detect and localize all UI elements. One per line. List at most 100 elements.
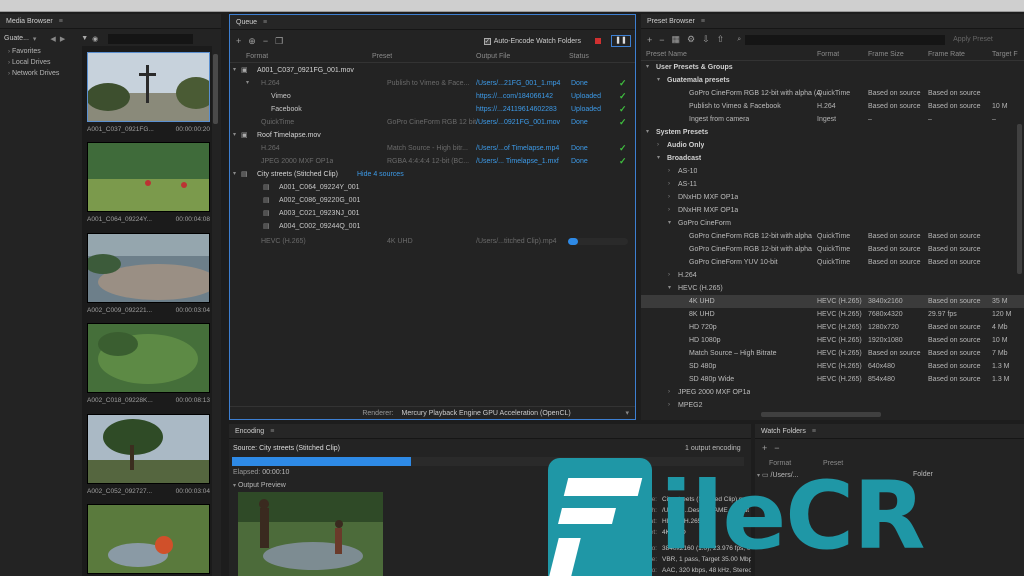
preset-row[interactable]: SD 480p Wide HEVC (H.265) 854x480 Based on … [641,373,1024,386]
preset-row[interactable]: ▾ Guatemala presets [641,74,1024,87]
preset-row[interactable]: ▾ HEVC (H.265) [641,282,1024,295]
remove-preset-icon[interactable]: − [659,35,664,45]
clip-thumbnail[interactable] [87,323,210,393]
preset-row[interactable]: ▾ User Presets & Groups [641,61,1024,74]
preset-row[interactable]: › MPEG2 [641,399,1024,411]
preset-row[interactable]: › DNxHR MXF OP1a [641,204,1024,217]
remove-folder-icon[interactable]: − [774,443,779,453]
queue-output-row[interactable]: JPEG 2000 MXF OP1a RGBA 4:4:4:4 12-bit (… [230,155,635,168]
duplicate-icon[interactable]: ❐ [275,36,283,47]
panel-menu-icon[interactable]: ≡ [701,18,705,25]
chevron-right-icon[interactable]: › [668,386,670,399]
preset-row[interactable]: Ingest from camera Ingest – – – [641,113,1024,126]
queue-output-row[interactable]: HEVC (H.265) 4K UHD /Users/...titched Cl… [230,235,635,248]
chevron-down-icon[interactable]: ▾ [657,74,660,87]
source-clip-row[interactable]: ▤ A004_C002_09244Q_001 [230,220,635,233]
add-source-icon[interactable]: + [236,36,241,46]
preset-row[interactable]: HD 1080p HEVC (H.265) 1920x1080 Based on so… [641,334,1024,347]
remove-icon[interactable]: − [263,36,268,46]
panel-menu-icon[interactable]: ≡ [270,428,274,435]
queue-destination-row[interactable]: Facebook https://...24119614602283 Uploa… [230,103,635,116]
scrollbar[interactable] [213,54,218,124]
chevron-down-icon[interactable]: ▾ [668,282,671,295]
preset-row[interactable]: 8K UHD HEVC (H.265) 7680x4320 29.97 fps 120 … [641,308,1024,321]
preset-row[interactable]: › AS-11 [641,178,1024,191]
preset-search-input[interactable] [745,34,946,45]
preset-row[interactable]: 4K UHD HEVC (H.265) 3840x2160 Based on sour… [641,295,1024,308]
chevron-right-icon[interactable]: › [668,269,670,282]
panel-menu-icon[interactable]: ≡ [812,428,816,435]
preset-row[interactable]: GoPro CineForm RGB 12-bit with alpha Quic… [641,243,1024,256]
queue-destination-row[interactable]: Vimeo https://...com/184066142 Uploaded … [230,90,635,103]
chevron-down-icon[interactable]: ▾ [625,409,629,417]
clip-thumbnail[interactable] [87,414,210,484]
preset-row[interactable]: HD 720p HEVC (H.265) 1280x720 Based on sour… [641,321,1024,334]
output-preview-toggle[interactable]: ▾ Output Preview [233,482,286,489]
pause-button[interactable]: ❚❚ [611,35,631,47]
forward-arrow-icon[interactable]: ▶ [60,35,65,43]
apply-preset-button[interactable]: Apply Preset [953,36,993,43]
preset-row[interactable]: ▾ Broadcast [641,152,1024,165]
preset-row[interactable]: SD 480p HEVC (H.265) 640x480 Based on sourc… [641,360,1024,373]
location-dropdown[interactable]: Guate... [4,35,29,42]
settings-icon[interactable]: ⚙ [687,34,695,45]
back-arrow-icon[interactable]: ◀ [50,35,55,43]
chevron-right-icon[interactable]: › [668,191,670,204]
new-group-icon[interactable]: ▦ [672,34,681,45]
preset-row[interactable]: ▾ GoPro CineForm [641,217,1024,230]
chevron-right-icon[interactable]: › [668,165,670,178]
chevron-down-icon[interactable]: ▾ [33,35,37,43]
scrollbar[interactable] [1017,124,1022,274]
preset-row[interactable]: GoPro CineForm RGB 12-bit with alpha Quic… [641,230,1024,243]
queue-source-row[interactable]: ▾ ▣ A001_C037_0921FG_001.mov [230,64,635,77]
preset-row[interactable]: › Audio Only [641,139,1024,152]
preset-row[interactable]: GoPro CineForm RGB 12-bit with alpha (Al… [641,87,1024,100]
tree-item-network-drives[interactable]: › Network Drives [8,70,59,81]
clip-thumbnail[interactable] [87,52,210,122]
hide-sources-link[interactable]: Hide 4 sources [357,168,404,181]
panel-menu-icon[interactable]: ≡ [263,19,267,26]
preset-row[interactable]: Match Source – High Bitrate HEVC (H.265) B… [641,347,1024,360]
preset-row[interactable]: › AS-10 [641,165,1024,178]
filter-icon[interactable]: ▼ [81,35,88,42]
renderer-dropdown[interactable]: Mercury Playback Engine GPU Acceleration… [401,410,625,417]
queue-output-row[interactable]: ▾ H.264 Publish to Vimeo & Face... /User… [230,77,635,90]
clip-thumbnail[interactable] [87,504,210,574]
chevron-right-icon[interactable]: › [657,139,659,152]
add-preset-icon[interactable]: + [647,35,652,45]
chevron-down-icon[interactable]: ▾ [646,126,649,139]
queue-source-row[interactable]: ▾ ▣ Roof Timelapse.mov [230,129,635,142]
preset-row[interactable]: Publish to Vimeo & Facebook H.264 Based on… [641,100,1024,113]
clip-thumbnail[interactable] [87,142,210,212]
preset-row[interactable]: › H.264 [641,269,1024,282]
add-folder-icon[interactable]: + [762,443,767,453]
preset-row[interactable]: ▾ System Presets [641,126,1024,139]
queue-source-row[interactable]: ▾ ▤ City streets (Stitched Clip) Hide 4 s… [230,168,635,181]
clip-thumbnail[interactable] [87,233,210,303]
auto-encode-checkbox[interactable]: ✓ [483,37,491,45]
chevron-down-icon[interactable]: ▾ [657,152,660,165]
tree-item-favorites[interactable]: › Favorites [8,48,59,59]
horizontal-scrollbar[interactable] [761,412,881,417]
view-icon[interactable]: ◉ [92,35,98,43]
chevron-down-icon[interactable]: ▾ [646,61,649,74]
tree-item-local-drives[interactable]: › Local Drives [8,59,59,70]
preset-row[interactable]: › JPEG 2000 MXF OP1a [641,386,1024,399]
chevron-right-icon[interactable]: › [668,178,670,191]
export-icon[interactable]: ⇧ [717,34,725,45]
panel-menu-icon[interactable]: ≡ [59,18,63,25]
chevron-right-icon[interactable]: › [668,204,670,217]
queue-output-row[interactable]: QuickTime GoPro CineForm RGB 12 bit... /… [230,116,635,129]
preset-row[interactable]: GoPro CineForm YUV 10-bit QuickTime Based … [641,256,1024,269]
source-clip-row[interactable]: ▤ A001_C064_09224Y_001 [230,181,635,194]
preset-row[interactable]: › DNxHD MXF OP1a [641,191,1024,204]
source-clip-row[interactable]: ▤ A003_C021_0923NJ_001 [230,207,635,220]
queue-output-row[interactable]: H.264 Match Source - High bitr... /Users… [230,142,635,155]
import-icon[interactable]: ⇩ [702,34,710,45]
chevron-down-icon[interactable]: ▾ [668,217,671,230]
stop-button[interactable] [595,38,601,44]
source-clip-row[interactable]: ▤ A002_C086_09220G_001 [230,194,635,207]
add-output-icon[interactable]: ⊕ [248,36,256,47]
chevron-right-icon[interactable]: › [668,399,670,411]
search-input[interactable] [108,33,194,44]
